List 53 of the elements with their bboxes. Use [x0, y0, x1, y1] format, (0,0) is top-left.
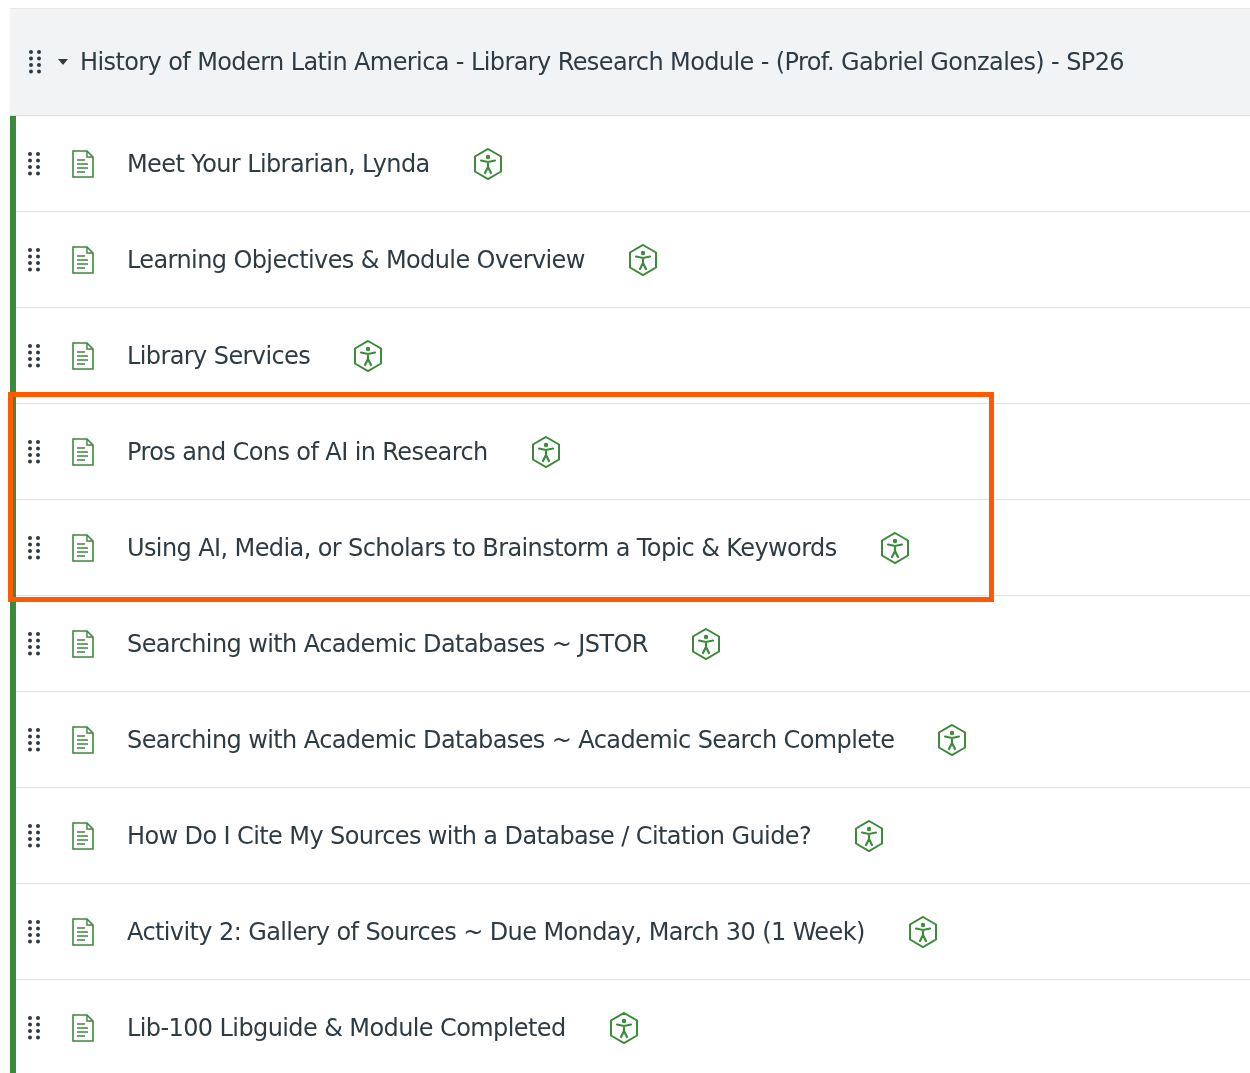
drag-handle-icon[interactable] [27, 342, 41, 369]
drag-handle-icon[interactable] [27, 150, 41, 177]
accessibility-icon[interactable] [689, 626, 722, 661]
module-title[interactable]: History of Modern Latin America - Library Research Module - (Prof. Gabriel Gonzales) - SP26 [80, 44, 1124, 80]
item-title[interactable]: Pros and Cons of AI in Research [127, 433, 488, 470]
drag-handle-icon[interactable] [27, 1014, 41, 1041]
drag-handle-icon[interactable] [27, 726, 41, 753]
drag-handle-icon[interactable] [27, 918, 41, 945]
drag-handle-icon[interactable] [27, 822, 41, 849]
caret-icon[interactable] [58, 59, 68, 65]
item-title[interactable]: Searching with Academic Databases ~ JSTOR [127, 625, 648, 662]
accessibility-icon[interactable] [607, 1010, 640, 1045]
document-icon [71, 245, 95, 274]
item-title[interactable]: Library Services [127, 337, 311, 374]
document-icon [71, 821, 95, 850]
item-title[interactable]: Using AI, Media, or Scholars to Brainstorm a Topic & Keywords [127, 529, 837, 566]
drag-handle-icon[interactable] [27, 246, 41, 273]
module-item[interactable]: Searching with Academic Databases ~ JSTOR [16, 596, 1250, 692]
drag-handle-icon[interactable] [27, 438, 41, 465]
accessibility-icon[interactable] [878, 530, 911, 565]
module-item[interactable]: Library Services [16, 308, 1250, 404]
accessibility-icon[interactable] [906, 914, 939, 949]
module-item[interactable]: Learning Objectives & Module Overview [16, 212, 1250, 308]
accessibility-icon[interactable] [853, 818, 886, 853]
accessibility-icon[interactable] [626, 242, 659, 277]
document-icon [71, 629, 95, 658]
item-title[interactable]: Activity 2: Gallery of Sources ~ Due Monday, March 30 (1 Week) [127, 913, 865, 950]
drag-handle-icon[interactable] [27, 630, 41, 657]
document-icon [71, 1013, 95, 1042]
module-item[interactable]: Searching with Academic Databases ~ Academic Search Complete [16, 692, 1250, 788]
module-item[interactable]: Using AI, Media, or Scholars to Brainstorm a Topic & Keywords [16, 500, 1250, 596]
item-title[interactable]: Meet Your Librarian, Lynda [127, 145, 430, 182]
accessibility-icon[interactable] [352, 338, 385, 373]
item-title[interactable]: Searching with Academic Databases ~ Academic Search Complete [127, 721, 895, 758]
module-item[interactable]: How Do I Cite My Sources with a Database / Citation Guide? [16, 788, 1250, 884]
module-item[interactable]: Activity 2: Gallery of Sources ~ Due Monday, March 30 (1 Week) [16, 884, 1250, 980]
document-icon [71, 533, 95, 562]
document-icon [71, 341, 95, 370]
accessibility-icon[interactable] [529, 434, 562, 469]
document-icon [71, 917, 95, 946]
document-icon [71, 437, 95, 466]
module-item[interactable]: Meet Your Librarian, Lynda [16, 116, 1250, 212]
item-title[interactable]: Learning Objectives & Module Overview [127, 241, 585, 278]
drag-handle-icon[interactable] [27, 534, 41, 561]
document-icon [71, 149, 95, 178]
accessibility-icon[interactable] [471, 146, 504, 181]
item-title[interactable]: How Do I Cite My Sources with a Database / Citation Guide? [127, 817, 812, 854]
accessibility-icon[interactable] [936, 722, 969, 757]
module-item[interactable]: Pros and Cons of AI in Research [16, 404, 1250, 500]
item-title[interactable]: Lib-100 Libguide & Module Completed [127, 1009, 566, 1046]
module-item[interactable]: Lib-100 Libguide & Module Completed [16, 980, 1250, 1073]
drag-handle-icon[interactable] [28, 49, 42, 75]
document-icon [71, 725, 95, 754]
